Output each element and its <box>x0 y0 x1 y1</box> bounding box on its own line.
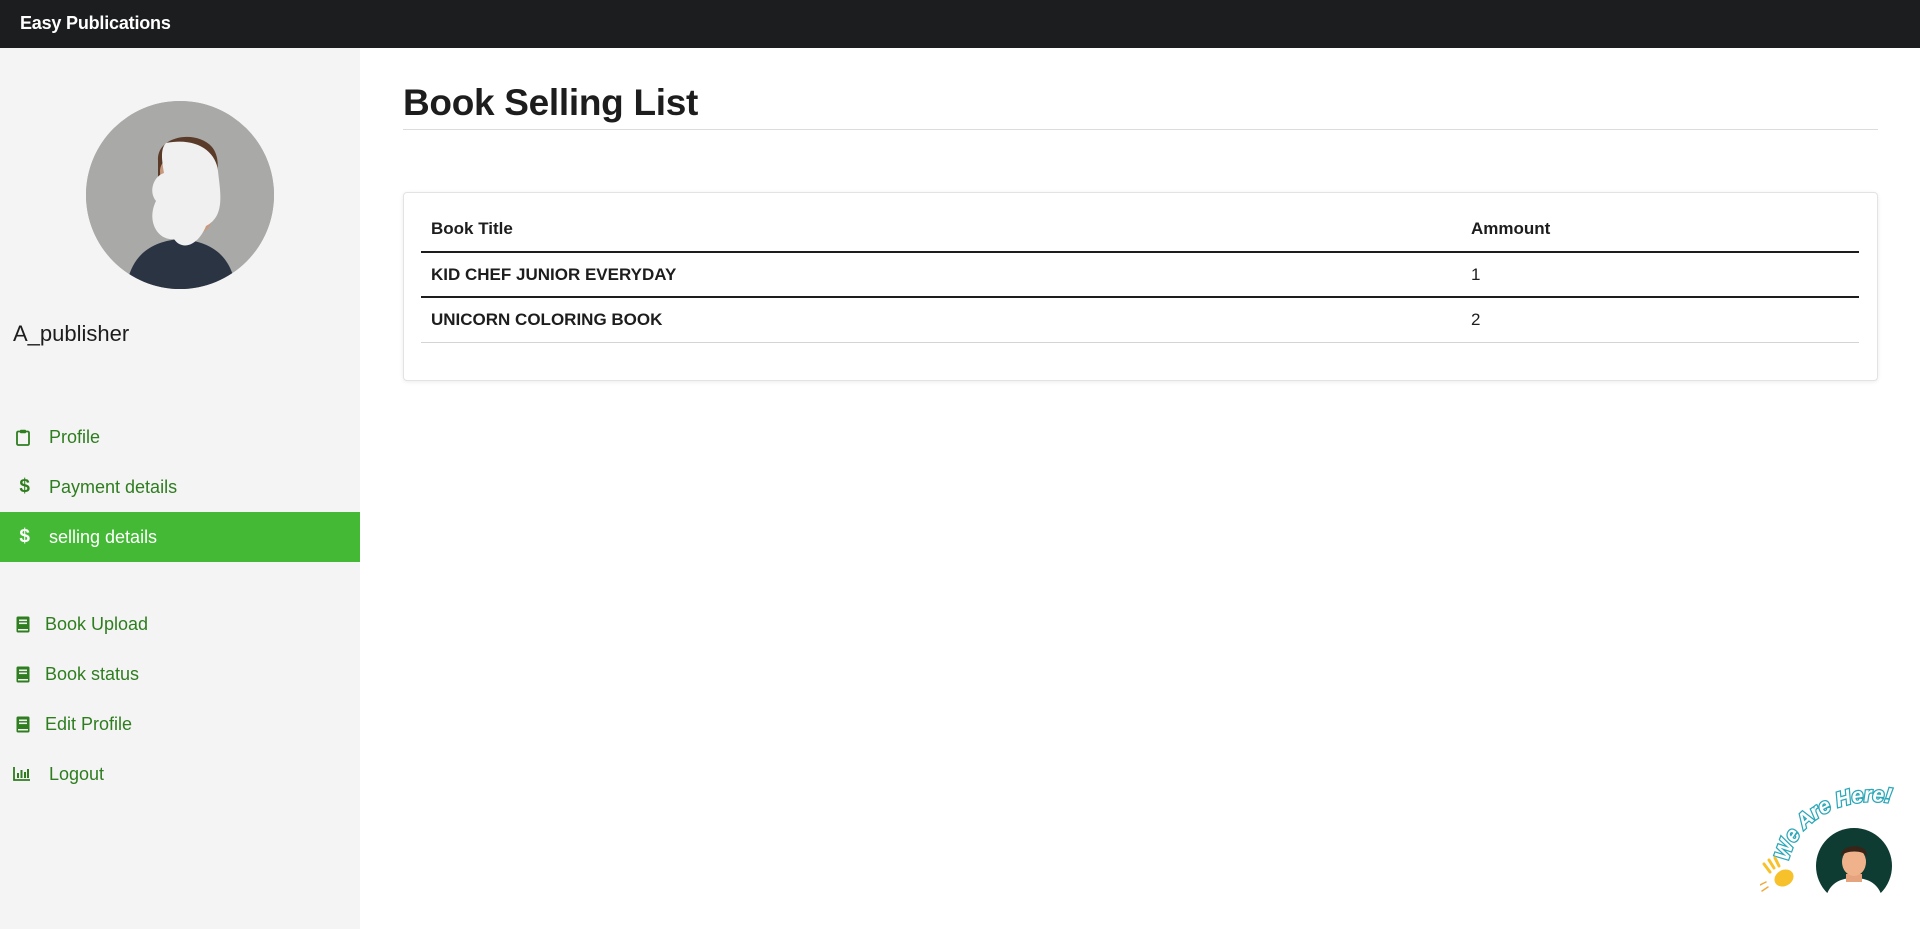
book-icon <box>0 666 36 683</box>
table-row: KID CHEF JUNIOR EVERYDAY 1 <box>421 252 1859 298</box>
avatar <box>86 101 274 289</box>
column-header-amount: Ammount <box>1461 207 1859 253</box>
brand-logo-text[interactable]: Easy Publications <box>20 13 171 34</box>
divider <box>403 129 1878 130</box>
username: A_publisher <box>13 321 130 346</box>
book-title-cell: UNICORN COLORING BOOK <box>421 297 1461 343</box>
page-title: Book Selling List <box>403 82 699 123</box>
book-title-cell: KID CHEF JUNIOR EVERYDAY <box>421 252 1461 298</box>
sidebar-item-label: Book status <box>45 663 140 684</box>
selling-list-card: Book Title Ammount KID CHEF JUNIOR EVERY… <box>403 192 1878 381</box>
sidebar-item-book-upload[interactable]: Book Upload <box>0 599 360 649</box>
sidebar-item-label: Edit Profile <box>45 713 133 734</box>
sidebar-item-label: Profile <box>49 426 101 447</box>
chat-support-widget[interactable]: We Are Here! <box>1759 782 1920 912</box>
clipboard-icon <box>0 429 36 446</box>
sidebar-item-label: selling details <box>49 526 158 547</box>
amount-cell: 2 <box>1461 297 1859 343</box>
sidebar-item-label: Payment details <box>49 476 178 497</box>
bar-chart-icon <box>0 767 36 781</box>
dollar-icon: $ <box>19 476 30 497</box>
sidebar-item-logout[interactable]: Logout <box>0 749 360 799</box>
book-icon <box>0 616 36 633</box>
selling-table: Book Title Ammount KID CHEF JUNIOR EVERY… <box>421 207 1859 343</box>
sidebar-item-selling-details[interactable]: $ selling details <box>0 512 360 562</box>
sidebar-item-payment-details[interactable]: $ Payment details <box>0 462 360 512</box>
top-navbar: Easy Publications <box>0 0 1920 48</box>
sidebar-item-label: Logout <box>49 763 105 784</box>
support-agent-avatar <box>1816 828 1892 906</box>
amount-cell: 1 <box>1461 252 1859 298</box>
sidebar-item-label: Book Upload <box>45 613 149 634</box>
sidebar: A_publisher Profile $ Payment details $ … <box>0 48 360 929</box>
sidebar-item-profile[interactable]: Profile <box>0 412 360 462</box>
sidebar-item-edit-profile[interactable]: Edit Profile <box>0 699 360 749</box>
table-header-row: Book Title Ammount <box>421 207 1859 253</box>
table-row: UNICORN COLORING BOOK 2 <box>421 297 1859 343</box>
dollar-icon: $ <box>19 526 30 547</box>
sidebar-item-book-status[interactable]: Book status <box>0 649 360 699</box>
column-header-book-title: Book Title <box>421 207 1461 253</box>
book-icon <box>0 716 36 733</box>
